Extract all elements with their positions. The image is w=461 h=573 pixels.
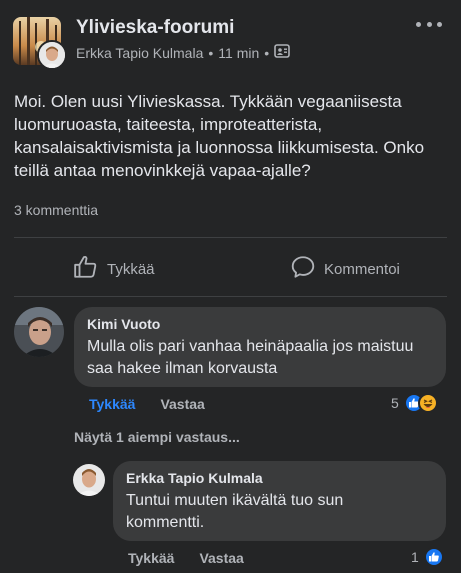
author-name-link[interactable]: Erkka Tapio Kulmala: [76, 45, 203, 61]
comment-like-button[interactable]: Tykkää: [89, 396, 135, 412]
reaction-count: 1: [411, 549, 419, 565]
comment-count-link[interactable]: 3 kommenttia: [14, 202, 98, 218]
comment-reply-button[interactable]: Vastaa: [160, 396, 204, 412]
reply-bubble: Erkka Tapio Kulmala Tuntui muuten ikäväl…: [113, 461, 446, 541]
view-previous-replies-link[interactable]: Näytä 1 aiempi vastaus...: [74, 429, 240, 445]
reply-author-avatar[interactable]: [73, 464, 105, 496]
reply-reply-button[interactable]: Vastaa: [199, 550, 243, 566]
meta-separator: •: [264, 44, 270, 61]
comment-text: Mulla olis pari vanhaa heinäpaalia jos m…: [87, 338, 414, 377]
comment-bubble: Kimi Vuoto Mulla olis pari vanhaa heinäp…: [74, 307, 446, 387]
post-card: Ylivieska-foorumi Erkka Tapio Kulmala • …: [0, 0, 461, 573]
post-body: Moi. Olen uusi Ylivieskassa. Tykkään veg…: [14, 92, 425, 180]
post-timestamp[interactable]: 11 min: [218, 45, 259, 61]
commenter-avatar[interactable]: [14, 307, 64, 357]
reply-actions: Tykkää Vastaa: [128, 550, 244, 566]
like-button-label: Tykkää: [107, 260, 155, 278]
thumbs-up-icon: [73, 254, 99, 284]
like-icon: [423, 547, 444, 567]
group-name-link[interactable]: Ylivieska-foorumi: [76, 17, 234, 39]
more-options-icon[interactable]: [416, 14, 442, 34]
haha-icon: [417, 393, 438, 413]
meta-separator: •: [208, 44, 214, 61]
reply-like-button[interactable]: Tykkää: [128, 550, 174, 566]
group-privacy-icon: [274, 44, 290, 61]
comment-actions: Tykkää Vastaa: [89, 396, 205, 412]
comment-button[interactable]: Kommentoi: [290, 255, 400, 283]
author-avatar[interactable]: [37, 40, 67, 70]
comment-bubble-icon: [290, 254, 316, 284]
post-meta: Erkka Tapio Kulmala • 11 min •: [76, 44, 290, 61]
divider: [14, 237, 447, 238]
reply-text: Tuntui muuten ikävältä tuo sun kommentti…: [126, 492, 344, 531]
comment-button-label: Kommentoi: [324, 260, 400, 278]
reply-author-link[interactable]: Erkka Tapio Kulmala: [126, 470, 433, 486]
reaction-count: 5: [391, 395, 399, 411]
like-button[interactable]: Tykkää: [73, 255, 155, 283]
divider: [14, 296, 447, 297]
reply-reactions[interactable]: 1: [411, 547, 444, 567]
comment-reactions[interactable]: 5: [391, 393, 438, 413]
comment-author-link[interactable]: Kimi Vuoto: [87, 316, 433, 332]
